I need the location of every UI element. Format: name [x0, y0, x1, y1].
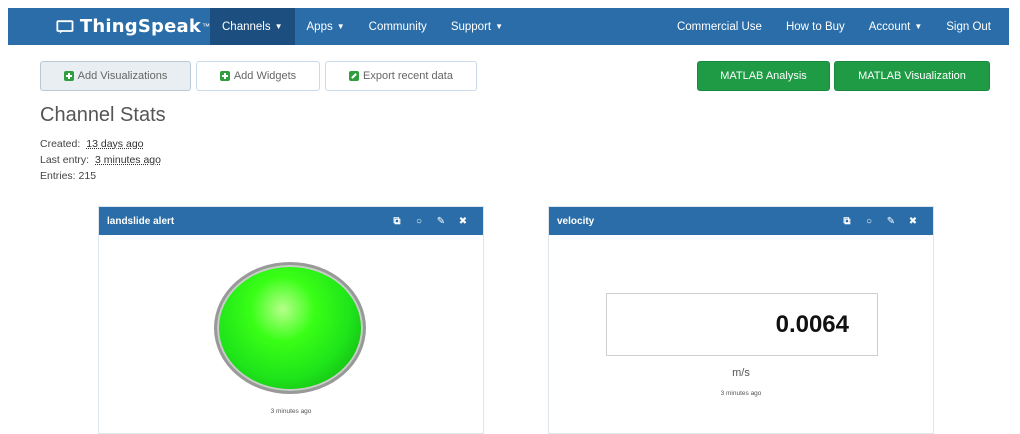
created-label: Created:	[40, 138, 81, 150]
top-navbar: ThingSpeak ™ Channels ▼ Apps ▼ Community Su…	[8, 8, 1009, 45]
unit-label: m/s	[732, 367, 750, 379]
pencil-icon[interactable]: ✎	[433, 216, 449, 227]
widget-title: landslide alert	[107, 215, 175, 227]
matlab-analysis-label: MATLAB Analysis	[720, 70, 807, 82]
page-title: Channel Stats	[40, 104, 166, 126]
matlab-visualization-button[interactable]: MATLAB Visualization	[834, 61, 990, 91]
external-link-icon[interactable]: ⧉	[389, 216, 405, 227]
export-icon	[349, 71, 360, 81]
nav-commercial-use[interactable]: Commercial Use	[665, 8, 774, 45]
chat-monitor-icon	[56, 19, 74, 34]
nav-community[interactable]: Community	[357, 8, 439, 45]
external-link-icon[interactable]: ⧉	[839, 216, 855, 227]
brand-name: ThingSpeak	[79, 16, 201, 37]
widget-landslide-alert: landslide alert ⧉ ○ ✎ ✖ 3 minutes ago	[98, 206, 484, 434]
nav-community-label: Community	[368, 20, 427, 33]
widget-tools: ⧉ ○ ✎ ✖	[383, 216, 483, 227]
nav-apps-label: Apps	[306, 20, 333, 33]
created-row: Created: 13 days ago	[40, 136, 161, 152]
nav-left: Channels ▼ Apps ▼ Community Support ▼	[210, 8, 515, 45]
nav-apps[interactable]: Apps ▼	[295, 8, 357, 45]
widget-title: velocity	[557, 215, 595, 227]
plus-icon	[63, 71, 74, 81]
created-value: 13 days ago	[86, 138, 144, 150]
nav-channels[interactable]: Channels ▼	[210, 8, 295, 45]
widget-timestamp: 3 minutes ago	[270, 408, 312, 415]
close-icon[interactable]: ✖	[455, 216, 471, 227]
chevron-down-icon: ▼	[914, 22, 923, 31]
nav-sign-out-label: Sign Out	[946, 20, 991, 33]
nav-sign-out[interactable]: Sign Out	[934, 8, 1003, 45]
nav-channels-label: Channels	[222, 20, 271, 33]
export-recent-data-button[interactable]: Export recent data	[325, 61, 477, 91]
plus-icon	[219, 71, 230, 81]
widget-velocity: velocity ⧉ ○ ✎ ✖ 0.0064 m/s 3 minutes ag…	[548, 206, 934, 434]
matlab-visualization-label: MATLAB Visualization	[858, 70, 966, 82]
close-icon[interactable]: ✖	[905, 216, 921, 227]
chevron-down-icon: ▼	[495, 22, 504, 31]
add-widgets-label: Add Widgets	[233, 70, 297, 82]
numeric-display: 0.0064	[606, 293, 878, 356]
nav-support[interactable]: Support ▼	[439, 8, 515, 45]
widget-tools: ⧉ ○ ✎ ✖	[833, 216, 933, 227]
add-visualizations-button[interactable]: Add Visualizations	[40, 61, 191, 91]
brand-logo[interactable]: ThingSpeak ™	[8, 8, 210, 45]
widget-header: velocity ⧉ ○ ✎ ✖	[549, 207, 933, 235]
nav-account-label: Account	[868, 20, 911, 33]
last-entry-value: 3 minutes ago	[95, 154, 161, 166]
matlab-analysis-button[interactable]: MATLAB Analysis	[697, 61, 830, 91]
pencil-icon[interactable]: ✎	[883, 216, 899, 227]
add-widgets-button[interactable]: Add Widgets	[196, 61, 320, 91]
last-entry-label: Last entry:	[40, 154, 90, 166]
nav-right: Commercial Use How to Buy Account ▼ Sign …	[665, 8, 1009, 45]
nav-account[interactable]: Account ▼	[857, 8, 934, 45]
comment-icon[interactable]: ○	[411, 216, 427, 227]
nav-commercial-use-label: Commercial Use	[676, 20, 762, 33]
chevron-down-icon: ▼	[336, 22, 345, 31]
brand-trademark: ™	[202, 22, 210, 31]
entries-value: 215	[78, 170, 97, 182]
entries-label: Entries:	[40, 170, 76, 182]
widget-timestamp: 3 minutes ago	[720, 390, 762, 397]
last-entry-row: Last entry: 3 minutes ago	[40, 152, 161, 168]
entries-row: Entries: 215	[40, 168, 161, 184]
nav-how-to-buy[interactable]: How to Buy	[774, 8, 857, 45]
chevron-down-icon: ▼	[274, 22, 283, 31]
export-recent-data-label: Export recent data	[363, 70, 453, 82]
channel-stats: Created: 13 days ago Last entry: 3 minutes…	[40, 136, 161, 184]
status-lamp	[214, 262, 366, 394]
nav-how-to-buy-label: How to Buy	[785, 20, 845, 33]
add-visualizations-label: Add Visualizations	[77, 70, 168, 82]
widget-header: landslide alert ⧉ ○ ✎ ✖	[99, 207, 483, 235]
comment-icon[interactable]: ○	[861, 216, 877, 227]
nav-support-label: Support	[450, 20, 492, 33]
